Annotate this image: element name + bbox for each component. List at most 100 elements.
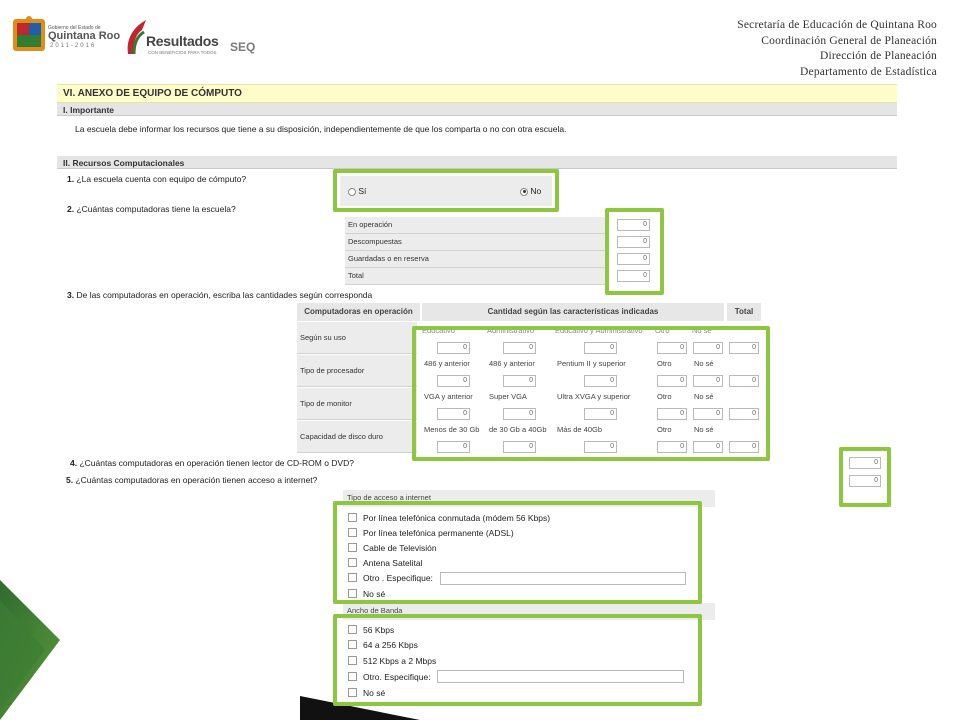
- institution-line: Departamento de Estadística: [800, 65, 937, 78]
- institution-line: Secretaría de Educación de Quintana Roo: [737, 19, 937, 31]
- q2-input-en-operacion[interactable]: 0: [617, 219, 650, 231]
- q3-option-label: Pentium II y superior: [557, 359, 626, 368]
- q3-option-label: Otro: [655, 326, 670, 335]
- access-checkbox[interactable]: [348, 528, 357, 537]
- q3-option-label: 486 y anterior: [489, 359, 535, 368]
- bandwidth-option-label: 64 a 256 Kbps: [363, 640, 418, 650]
- q3-input[interactable]: 0: [437, 375, 470, 387]
- q3-input[interactable]: 0: [584, 342, 617, 354]
- bandwidth-checkbox[interactable]: [348, 672, 357, 681]
- q3-input[interactable]: 0: [503, 342, 536, 354]
- q3-input[interactable]: 0: [657, 441, 687, 453]
- q3-total-header: Total: [727, 303, 761, 321]
- state-logo-line2: Quintana Roo: [48, 30, 121, 42]
- q3-option-label: Ultra XVGA y superior: [557, 392, 631, 401]
- bandwidth-checkbox[interactable]: [348, 640, 357, 649]
- bandwidth-checkbox[interactable]: [348, 688, 357, 697]
- q3-option-label: No sé: [694, 425, 714, 434]
- q3-input[interactable]: 0: [503, 408, 536, 420]
- bandwidth-other-input[interactable]: [437, 670, 684, 683]
- q3-option-label: VGA y anterior: [424, 392, 473, 401]
- access-checkbox[interactable]: [348, 543, 357, 552]
- access-option-label: Por línea telefónica permanente (ADSL): [363, 528, 514, 538]
- q3-total-input[interactable]: 0: [729, 375, 759, 387]
- q2-input-descompuestas[interactable]: 0: [617, 236, 650, 248]
- q3-input[interactable]: 0: [693, 441, 723, 453]
- bandwidth-checkbox[interactable]: [348, 625, 357, 634]
- q3-option-label: No sé: [692, 326, 712, 335]
- q5-input[interactable]: 0: [849, 475, 881, 487]
- q3-input[interactable]: 0: [693, 408, 723, 420]
- corner-decoration: [0, 580, 60, 720]
- q3-input[interactable]: 0: [437, 342, 470, 354]
- access-header: Tipo de acceso a internet: [343, 490, 715, 507]
- q3-option-label: Educativo y Administrativo: [555, 326, 643, 335]
- access-checkbox[interactable]: [348, 513, 357, 522]
- q2-row-label: En operación: [345, 217, 605, 234]
- coat-of-arms-icon: [13, 16, 45, 51]
- q3-input[interactable]: 0: [657, 342, 687, 354]
- q3-total-input[interactable]: 0: [729, 441, 759, 453]
- q3-total-input[interactable]: 0: [729, 342, 759, 354]
- q3-question: 3. De las computadoras en operación, esc…: [67, 290, 373, 300]
- q3-input[interactable]: 0: [437, 408, 470, 420]
- access-checkbox[interactable]: [348, 573, 357, 582]
- institution-block: Secretaría de Educación de Quintana Roo …: [737, 18, 937, 80]
- access-option-label: Otro . Especifique:: [363, 573, 433, 583]
- q3-input[interactable]: 0: [503, 375, 536, 387]
- q3-input[interactable]: 0: [503, 441, 536, 453]
- q2-input-total[interactable]: 0: [617, 270, 650, 282]
- bandwidth-option-label: Otro. Especifique:: [363, 672, 431, 682]
- access-option-label: Por línea telefónica conmutada (módem 56…: [363, 513, 551, 523]
- radio-si[interactable]: Sí: [348, 186, 366, 196]
- q3-option-label: No sé: [694, 392, 714, 401]
- bandwidth-option-label: 512 Kbps a 2 Mbps: [363, 656, 437, 666]
- q3-row-label: Según su uso: [297, 322, 417, 354]
- q3-input[interactable]: 0: [657, 408, 687, 420]
- q3-input[interactable]: 0: [584, 408, 617, 420]
- q3-option-label: No sé: [694, 359, 714, 368]
- q3-col-header: Computadoras en operación: [297, 303, 420, 321]
- q3-input[interactable]: 0: [693, 375, 723, 387]
- important-heading: I. Importante: [57, 103, 897, 116]
- access-checkbox[interactable]: [348, 558, 357, 567]
- q3-grid: Educativo Administrativo Educativo y Adm…: [419, 326, 765, 456]
- bandwidth-checkbox[interactable]: [348, 656, 357, 665]
- access-other-input[interactable]: [440, 572, 686, 585]
- institution-line: Dirección de Planeación: [820, 50, 937, 62]
- access-options: Por línea telefónica conmutada (módem 56…: [340, 507, 697, 601]
- q3-input[interactable]: 0: [584, 375, 617, 387]
- resultados-tagline: CON BENEFICIOS PARA TODOS: [148, 50, 217, 55]
- resultados-logo: Resultados CON BENEFICIOS PARA TODOS: [124, 18, 224, 60]
- q3-option-label: Administrativo: [487, 326, 535, 335]
- q4-question: 4. ¿Cuántas computadoras en operación ti…: [70, 458, 354, 468]
- q3-total-input[interactable]: 0: [729, 408, 759, 420]
- radio-checked-icon: [520, 187, 528, 196]
- state-logo-years: 2011-2016: [50, 43, 97, 49]
- bandwidth-option-label: 56 Kbps: [363, 625, 395, 635]
- access-option-label: Antena Satelital: [363, 558, 423, 568]
- state-government-logo: Gobierno del Estado de Quintana Roo 2011…: [12, 15, 121, 55]
- q1-options: Sí No: [340, 176, 552, 206]
- q3-option-label: Otro: [657, 392, 672, 401]
- radio-icon: [348, 187, 356, 196]
- q3-input[interactable]: 0: [693, 342, 723, 354]
- q2-inputs: 0 0 0 0: [612, 213, 658, 290]
- q3-row-label: Capacidad de disco duro: [297, 421, 417, 453]
- q3-input[interactable]: 0: [584, 441, 617, 453]
- radio-si-label: Sí: [358, 186, 367, 196]
- radio-no[interactable]: No: [520, 186, 541, 196]
- q2-input-guardadas[interactable]: 0: [617, 253, 650, 265]
- q2-row-label: Guardadas o en reserva: [345, 251, 605, 268]
- access-option-label: No sé: [363, 589, 386, 599]
- section-title: VI. ANEXO DE EQUIPO DE CÓMPUTO: [57, 84, 897, 103]
- q3-input[interactable]: 0: [657, 375, 687, 387]
- seq-logo: SEQ: [230, 40, 256, 54]
- access-checkbox[interactable]: [348, 589, 357, 598]
- q4-input[interactable]: 0: [849, 457, 881, 469]
- q3-option-label: Menos de 30 Gb: [424, 425, 480, 434]
- q2-row-label: Descompuestas: [345, 234, 605, 251]
- resources-heading: II. Recursos Computacionales: [57, 156, 897, 169]
- important-text: La escuela debe informar los recursos qu…: [75, 124, 567, 134]
- q3-input[interactable]: 0: [437, 441, 470, 453]
